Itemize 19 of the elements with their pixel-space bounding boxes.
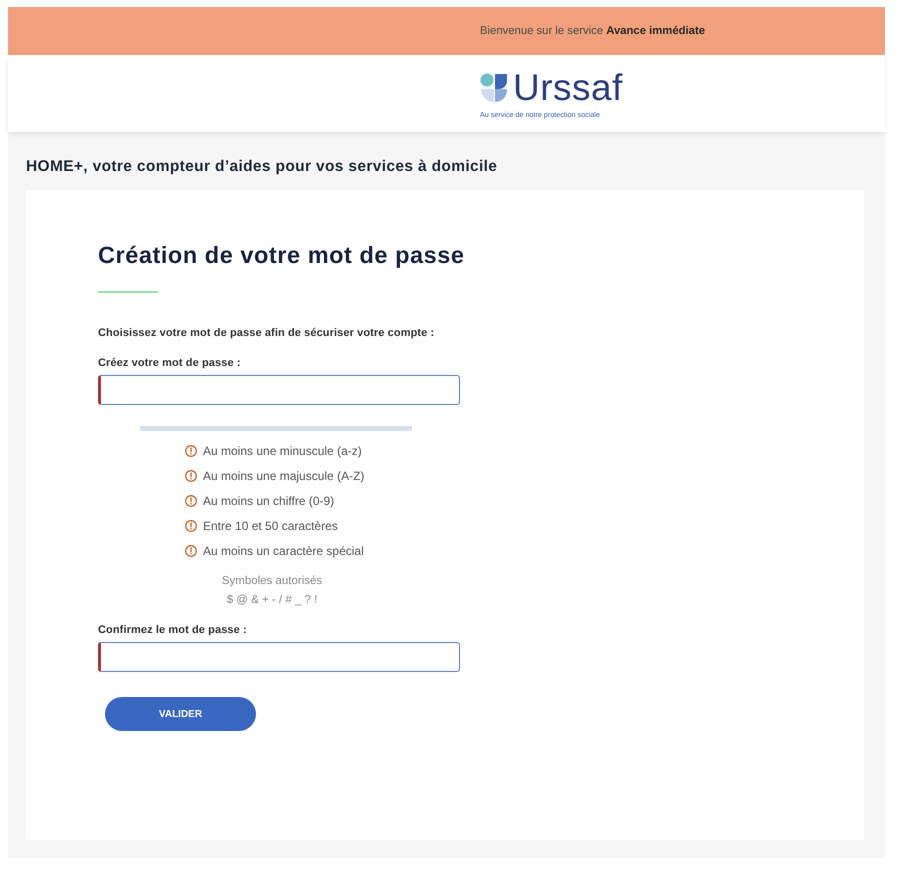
symbols-list: $ @ & + - / # _ ? !	[226, 591, 318, 610]
requirement-text: Entre 10 et 50 caractères	[203, 518, 338, 532]
requirement-text: Au moins une majuscule (A-Z)	[203, 468, 364, 482]
brand-name: Urssaf	[513, 71, 623, 105]
submit-button[interactable]: VALIDER	[105, 697, 256, 731]
requirement-text: Au moins une minuscule (a-z)	[203, 444, 362, 458]
form-title: Création de votre mot de passe	[98, 241, 464, 269]
password-field[interactable]	[98, 375, 460, 405]
welcome-text: Bienvenue sur le service Avance immédiate	[480, 25, 706, 37]
confirm-password-field[interactable]	[98, 642, 460, 672]
field-label: Créez votre mot de passe :	[98, 356, 241, 370]
title-underline	[98, 291, 158, 293]
intro-text: Choisissez votre mot de passe afin de sécuriser votre compte :	[98, 326, 434, 340]
page-heading: HOME+, votre compteur d’aides pour vos services à domicile	[26, 158, 498, 176]
symbols-label: Symboles autorisés	[222, 574, 322, 589]
logo-icon	[480, 73, 508, 103]
requirement-text: Au moins un chiffre (0-9)	[203, 494, 334, 508]
requirement-text: Au moins un caractère spécial	[203, 544, 364, 558]
field-label: Confirmez le mot de passe :	[98, 623, 247, 637]
